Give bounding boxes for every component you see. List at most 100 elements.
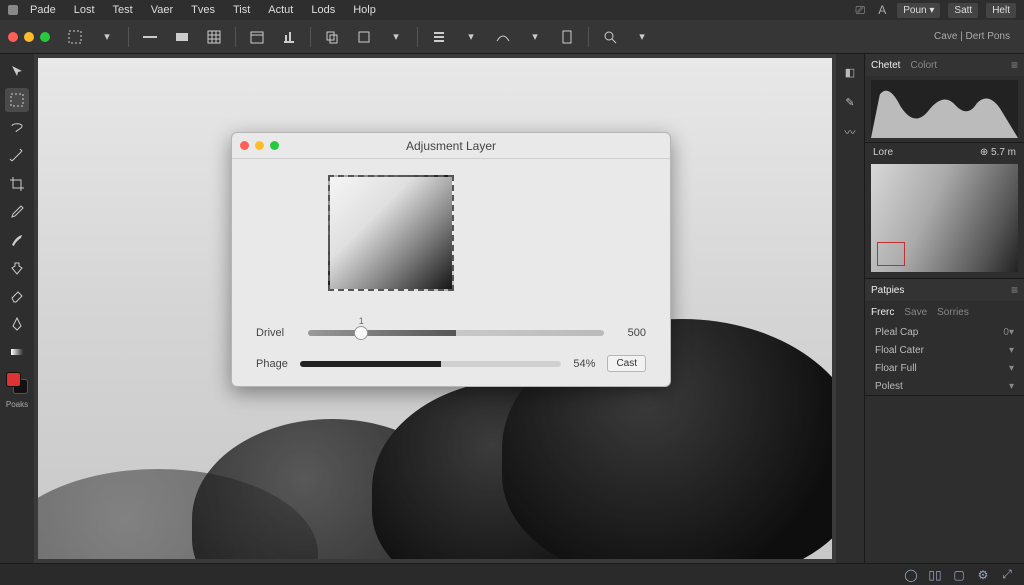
grid-icon[interactable]: [203, 26, 225, 48]
chevron-down-icon: ▾: [1009, 381, 1014, 392]
menu-bar: Pade Lost Test Vaer Tves Tist Actut Lods…: [0, 0, 1024, 20]
tab-properties[interactable]: Patpies: [871, 285, 904, 296]
copy-icon[interactable]: [321, 26, 343, 48]
tab-histogram[interactable]: Chetet: [871, 60, 900, 71]
tab-color[interactable]: Colort: [910, 60, 937, 71]
menu-item[interactable]: Lods: [305, 2, 341, 18]
phage-value: 54%: [573, 358, 595, 370]
workspace-dropdown[interactable]: Poun ▾: [897, 3, 940, 18]
property-row[interactable]: Polest▾: [865, 377, 1024, 395]
right-panel-dock: Chetet Colort ≡ Lore ⊕ 5.7 m Patpies ≡: [864, 54, 1024, 563]
lasso-tool-icon[interactable]: [5, 116, 29, 140]
dialog-titlebar[interactable]: Adjusment Layer: [232, 133, 670, 159]
clone-tool-icon[interactable]: [5, 256, 29, 280]
close-icon[interactable]: [8, 32, 18, 42]
phage-progress: [300, 361, 562, 367]
brush-presets-icon[interactable]: 〰: [842, 124, 858, 140]
wand-tool-icon[interactable]: [5, 144, 29, 168]
tool-palette: Poaks: [0, 54, 34, 563]
line-weight-icon[interactable]: [139, 26, 161, 48]
histogram-display: [871, 80, 1018, 138]
list-icon[interactable]: [428, 26, 450, 48]
slider-tick: 1: [359, 316, 364, 326]
marquee-tool-icon[interactable]: [5, 88, 29, 112]
align-icon[interactable]: [278, 26, 300, 48]
properties-subtab[interactable]: Frerc: [871, 307, 894, 318]
options-toolbar: ▾ ▾ ▾ ▾ ▾ Cave | Dert Pons: [0, 20, 1024, 54]
move-tool-icon[interactable]: [5, 60, 29, 84]
properties-subtab[interactable]: Save: [904, 307, 927, 318]
curve-icon[interactable]: [492, 26, 514, 48]
dialog-close-icon[interactable]: [240, 141, 249, 150]
menu-item[interactable]: Tist: [227, 2, 256, 18]
menu-item[interactable]: Actut: [262, 2, 299, 18]
navigator-panel: Lore ⊕ 5.7 m: [865, 143, 1024, 279]
expand-icon[interactable]: ⤢: [1000, 568, 1014, 582]
document-icon[interactable]: [556, 26, 578, 48]
property-row[interactable]: Floar Full▾: [865, 359, 1024, 377]
eraser-tool-icon[interactable]: [5, 284, 29, 308]
menu-item[interactable]: Test: [107, 2, 139, 18]
crop-tool-icon[interactable]: [5, 172, 29, 196]
dialog-minimize-icon[interactable]: [255, 141, 264, 150]
fill-swatch-icon[interactable]: [171, 26, 193, 48]
cast-button[interactable]: Cast: [607, 355, 646, 372]
sync-status-icon[interactable]: ◯: [904, 568, 918, 582]
phage-label: Phage: [256, 358, 288, 370]
properties-panel: Patpies ≡ Frerc Save Sorries Pleal Cap0▾…: [865, 279, 1024, 396]
calendar-icon[interactable]: [246, 26, 268, 48]
arrow-down-icon[interactable]: ▾: [460, 26, 482, 48]
menu-item[interactable]: Pade: [24, 2, 62, 18]
histogram-icon[interactable]: ◧: [842, 64, 858, 80]
gradient-tool-icon[interactable]: [5, 340, 29, 364]
panel-menu-icon[interactable]: ≡: [1011, 58, 1018, 72]
adjustment-preview: [328, 175, 454, 291]
menu-item[interactable]: Tves: [185, 2, 221, 18]
drive-slider[interactable]: 1: [308, 330, 604, 336]
property-row[interactable]: Floal Cater▾: [865, 341, 1024, 359]
selection-preview-icon[interactable]: [64, 26, 86, 48]
phage-progress-bar: [300, 361, 441, 367]
gear-icon[interactable]: ⚙: [976, 568, 990, 582]
color-swatch[interactable]: [6, 372, 28, 394]
navigator-view-rect[interactable]: [877, 242, 905, 266]
zoom-icon[interactable]: [40, 32, 50, 42]
crop-icon[interactable]: [353, 26, 375, 48]
document-info-label: Cave | Dert Pons: [934, 31, 1010, 42]
navigator-thumbnail[interactable]: [871, 164, 1018, 272]
histogram-panel: Chetet Colort ≡: [865, 54, 1024, 143]
property-row[interactable]: Pleal Cap0▾: [865, 323, 1024, 341]
sync-icon[interactable]: A: [875, 3, 889, 17]
status-bar: ◯ ▯▯ ▢ ⚙ ⤢: [0, 563, 1024, 585]
eyedropper-icon[interactable]: ✎: [842, 94, 858, 110]
arrow-down-icon[interactable]: ▾: [524, 26, 546, 48]
help-button[interactable]: Helt: [986, 3, 1016, 18]
chevron-down-icon: ▾: [1009, 345, 1014, 356]
window-traffic-lights[interactable]: [8, 32, 50, 42]
search-icon[interactable]: [599, 26, 621, 48]
menu-item[interactable]: Holp: [347, 2, 382, 18]
pen-tool-icon[interactable]: [5, 312, 29, 336]
arrow-down-icon[interactable]: ▾: [96, 26, 118, 48]
eyedropper-tool-icon[interactable]: [5, 200, 29, 224]
arrow-down-icon[interactable]: ▾: [385, 26, 407, 48]
arrow-down-icon[interactable]: ▾: [631, 26, 653, 48]
slider-thumb[interactable]: [354, 326, 368, 340]
chevron-down-icon: 0▾: [1003, 327, 1014, 338]
preview-mode-icon[interactable]: ▢: [952, 568, 966, 582]
collapsed-panel-strip: ◧ ✎ 〰: [836, 54, 864, 563]
workspace-button[interactable]: Satt: [948, 3, 978, 18]
dialog-zoom-icon[interactable]: [270, 141, 279, 150]
navigator-title: Lore: [873, 147, 893, 158]
navigator-readout: ⊕ 5.7 m: [980, 147, 1016, 158]
properties-subtab[interactable]: Sorries: [937, 307, 969, 318]
brush-tool-icon[interactable]: [5, 228, 29, 252]
menu-item[interactable]: Vaer: [145, 2, 179, 18]
menu-item[interactable]: Lost: [68, 2, 101, 18]
canvas-area[interactable]: Adjusment Layer Drivel 1 500 Phage: [34, 54, 836, 563]
panel-menu-icon[interactable]: ≡: [1011, 283, 1018, 297]
user-icon[interactable]: ⎚: [853, 3, 867, 17]
minimize-icon[interactable]: [24, 32, 34, 42]
drive-label: Drivel: [256, 327, 296, 339]
layout-icon[interactable]: ▯▯: [928, 568, 942, 582]
